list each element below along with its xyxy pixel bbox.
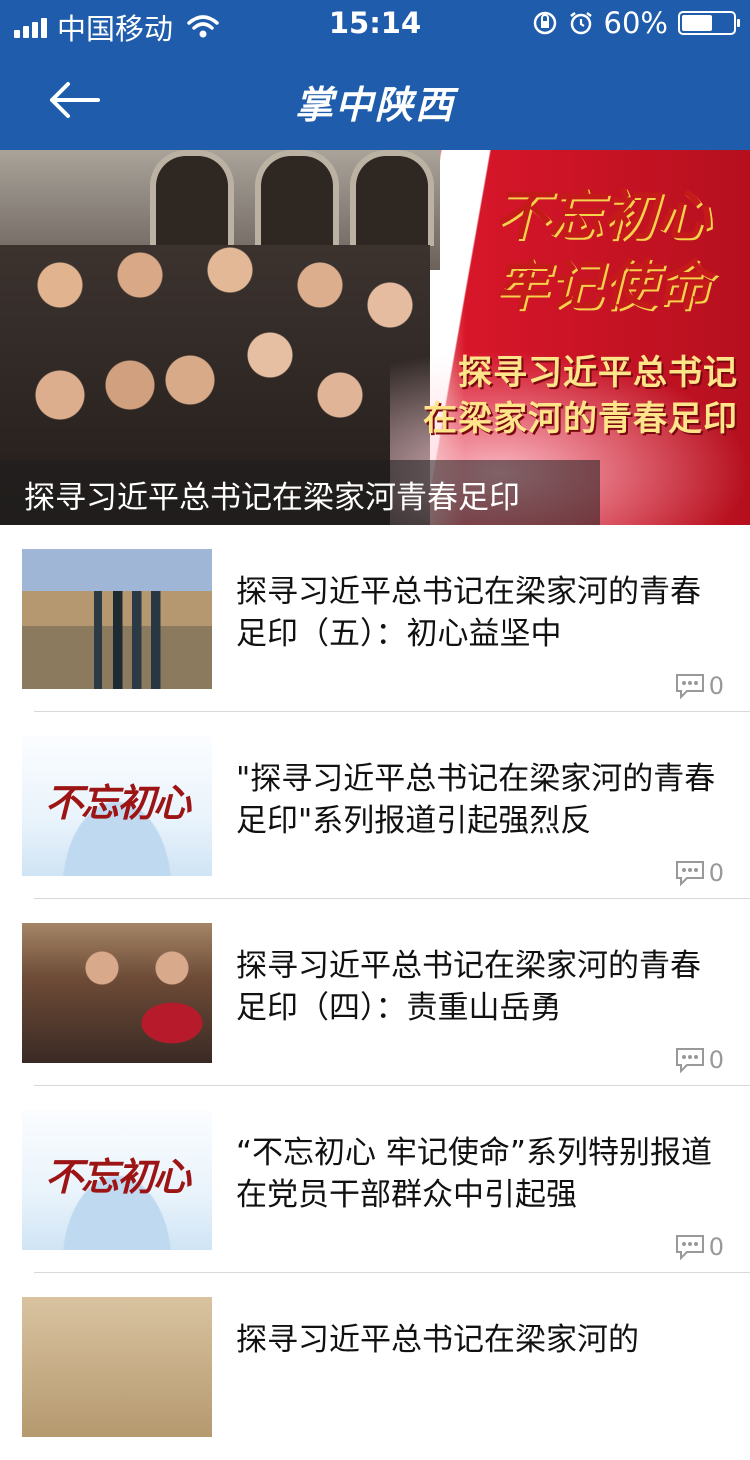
banner-cave-arch xyxy=(150,150,234,246)
top-bar: 中国移动 15:14 60% 掌中陕西 xyxy=(0,0,750,150)
comment-icon xyxy=(675,674,704,699)
page-title: 掌中陕西 xyxy=(294,82,455,127)
article-title: 探寻习近平总书记在梁家河的青春足印（五）：初心益坚中 xyxy=(236,574,701,652)
comment-icon xyxy=(675,1235,704,1260)
banner-headline-line2: 在梁家河的青春足印 xyxy=(423,399,738,439)
thumbnail-calligraphy: 不忘初心 xyxy=(44,780,191,825)
comment-icon xyxy=(675,861,704,886)
comment-count-value: 0 xyxy=(708,1046,724,1074)
article-title: 探寻习近平总书记在梁家河的 xyxy=(236,1322,639,1358)
banner-headline-line1: 探寻习近平总书记 xyxy=(458,353,738,393)
battery-fill xyxy=(682,15,712,31)
article-title: 探寻习近平总书记在梁家河的青春足印（四）：责重山岳勇 xyxy=(236,948,701,1026)
comment-icon xyxy=(675,1048,704,1073)
article-thumbnail xyxy=(22,923,212,1063)
alarm-clock-icon xyxy=(569,12,592,35)
banner-caption-bar: 探寻习近平总书记在梁家河青春足印 xyxy=(0,460,600,525)
article-title: “不忘初心 牢记使命”系列特别报道在党员干部群众中引起强 xyxy=(236,1135,712,1213)
comment-count-value: 0 xyxy=(708,672,724,700)
banner-calligraphy: 不忘初心 牢记使命 xyxy=(410,180,710,320)
status-bar: 中国移动 15:14 60% xyxy=(0,0,750,50)
list-item[interactable]: 不忘初心 “不忘初心 牢记使命”系列特别报道在党员干部群众中引起强 0 xyxy=(0,1086,750,1273)
article-thumbnail: 不忘初心 xyxy=(22,736,212,876)
banner-cave-arch xyxy=(255,150,339,246)
nav-bar: 掌中陕西 xyxy=(0,50,750,150)
article-list: 探寻习近平总书记在梁家河的青春足印（五）：初心益坚中 0 不忘初心 "探寻习近平… xyxy=(0,525,750,1460)
comment-count: 0 xyxy=(675,859,724,887)
banner-calligraphy-line1: 不忘初心 xyxy=(494,183,710,247)
article-title: "探寻习近平总书记在梁家河的青春足印"系列报道引起强烈反 xyxy=(236,761,716,839)
comment-count: 0 xyxy=(675,672,724,700)
article-thumbnail xyxy=(22,549,212,689)
list-item[interactable]: 探寻习近平总书记在梁家河的青春足印（四）：责重山岳勇 0 xyxy=(0,899,750,1086)
list-item[interactable]: 探寻习近平总书记在梁家河的青春足印（五）：初心益坚中 0 xyxy=(0,525,750,712)
banner-calligraphy-line2: 牢记使命 xyxy=(494,253,710,317)
article-thumbnail xyxy=(22,1297,212,1437)
list-item[interactable]: 不忘初心 "探寻习近平总书记在梁家河的青春足印"系列报道引起强烈反 0 xyxy=(0,712,750,899)
status-right: 60% xyxy=(532,6,740,40)
comment-count-value: 0 xyxy=(708,1233,724,1261)
banner-carousel[interactable]: 不忘初心 牢记使命 探寻习近平总书记 在梁家河的青春足印 探寻习近平总书记在梁家… xyxy=(0,150,750,525)
list-item[interactable]: 探寻习近平总书记在梁家河的 xyxy=(0,1273,750,1460)
banner-caption: 探寻习近平总书记在梁家河青春足印 xyxy=(24,480,520,516)
orientation-lock-icon xyxy=(533,11,556,35)
comment-count: 0 xyxy=(675,1233,724,1261)
thumbnail-calligraphy: 不忘初心 xyxy=(44,1154,191,1199)
banner-headline: 探寻习近平总书记 在梁家河的青春足印 xyxy=(423,350,738,442)
article-thumbnail: 不忘初心 xyxy=(22,1110,212,1250)
comment-count-value: 0 xyxy=(708,859,724,887)
battery-percent: 60% xyxy=(603,6,668,40)
battery-icon xyxy=(678,11,740,35)
comment-count: 0 xyxy=(675,1046,724,1074)
